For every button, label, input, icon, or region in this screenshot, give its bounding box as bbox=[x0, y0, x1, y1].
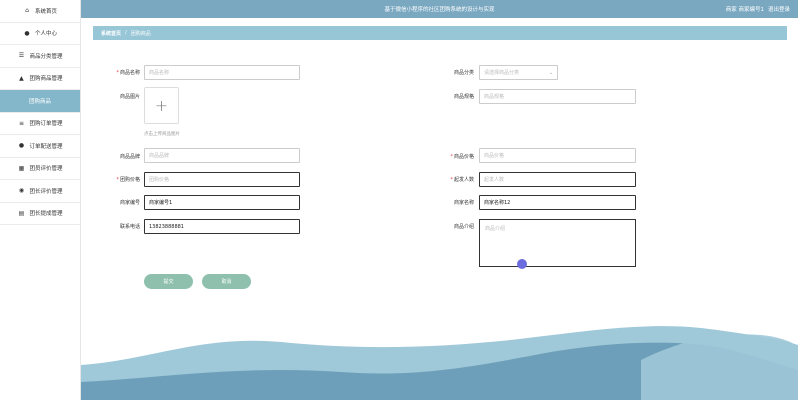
sidebar-item-orders[interactable]: ≡ 团购订单管理 bbox=[0, 113, 80, 135]
sidebar-item-home[interactable]: ⌂ 系统首页 bbox=[0, 0, 80, 23]
app-title: 基于微信小程序的社区团购系统的设计与实现 bbox=[384, 7, 495, 13]
sidebar-subitem-group-product[interactable]: 团购商品 bbox=[0, 90, 80, 113]
product-name-label: *商品名称 bbox=[116, 70, 140, 76]
location-icon: ◉ bbox=[18, 187, 25, 195]
sidebar: ⌂ 系统首页 ● 个人中心 ☰ 商品分类管理 ▲ 团购商品管理 团购商品 ≡ 团… bbox=[0, 0, 81, 400]
brand-input[interactable]: 商品品牌 bbox=[144, 148, 300, 163]
sidebar-item-delivery[interactable]: ● 订单配送管理 bbox=[0, 135, 80, 158]
min-people-input[interactable]: 起发人数 bbox=[479, 172, 636, 187]
top-bar: 基于微信小程序的社区团购系统的设计与实现 商家 商家编号1 退出登录 bbox=[81, 0, 798, 18]
sidebar-item-group-products[interactable]: ▲ 团购商品管理 bbox=[0, 68, 80, 90]
merchant-name-label: 商家名称 bbox=[453, 200, 474, 206]
sidebar-item-label: 团购订单管理 bbox=[29, 121, 63, 128]
intro-label: 商品介绍 bbox=[453, 224, 474, 230]
group-price-label: *团购价格 bbox=[116, 177, 140, 183]
sidebar-item-member-reviews[interactable]: ▦ 团员评价管理 bbox=[0, 158, 80, 180]
home-icon: ⌂ bbox=[25, 7, 29, 15]
sidebar-item-label: 团长评价管理 bbox=[29, 188, 63, 195]
merchant-name-input[interactable]: 商家名称12 bbox=[479, 195, 636, 210]
sidebar-item-label: 商品分类管理 bbox=[29, 53, 63, 60]
sidebar-item-label: 团员评价管理 bbox=[29, 166, 63, 173]
user-icon: ● bbox=[18, 142, 25, 150]
category-select[interactable]: 请选择商品分类 ⌄ bbox=[479, 65, 558, 80]
plus-icon: + bbox=[154, 95, 169, 115]
sidebar-item-label: 团长提成管理 bbox=[29, 211, 63, 218]
image-label: 商品图片 bbox=[119, 94, 140, 100]
intro-textarea[interactable]: 商品介绍 bbox=[479, 219, 636, 267]
sidebar-item-leader-reviews[interactable]: ◉ 团长评价管理 bbox=[0, 180, 80, 203]
product-name-input[interactable]: 商品名称 bbox=[144, 65, 300, 80]
user-icon: ● bbox=[24, 29, 30, 37]
breadcrumb: 系统首页 / 团购商品 bbox=[93, 26, 787, 40]
breadcrumb-home[interactable]: 系统首页 bbox=[101, 30, 121, 37]
sliders-icon: ☰ bbox=[18, 52, 25, 60]
sidebar-item-label: 订单配送管理 bbox=[29, 143, 63, 150]
sidebar-item-commission[interactable]: ▤ 团长提成管理 bbox=[0, 203, 80, 225]
min-people-label: *起发人数 bbox=[450, 177, 474, 183]
phone-label: 联系电话 bbox=[119, 224, 140, 230]
sidebar-item-label: 个人中心 bbox=[34, 31, 57, 38]
price-label: *商品价格 bbox=[450, 154, 474, 160]
breadcrumb-current: 团购商品 bbox=[130, 30, 151, 37]
sidebar-item-label: 团购商品管理 bbox=[29, 76, 63, 83]
logout-link[interactable]: 退出登录 bbox=[768, 5, 790, 13]
sidebar-item-label: 系统首页 bbox=[34, 8, 57, 15]
spec-label: 商品规格 bbox=[453, 94, 474, 100]
merchant-no-label: 商家编号 bbox=[119, 200, 140, 206]
upload-tip: 点击上传商品图片 bbox=[144, 132, 180, 137]
cancel-button[interactable]: 取消 bbox=[202, 274, 251, 289]
merchant-no-input[interactable]: 商家编号1 bbox=[144, 195, 300, 210]
category-label: 商品分类 bbox=[453, 70, 474, 76]
sidebar-item-profile[interactable]: ● 个人中心 bbox=[0, 23, 80, 45]
chevron-down-icon: ⌄ bbox=[548, 69, 553, 76]
decorative-waves bbox=[81, 326, 798, 400]
image-upload[interactable]: + bbox=[144, 87, 179, 124]
phone-input[interactable]: 13823888881 bbox=[144, 219, 300, 234]
price-input[interactable]: 商品价格 bbox=[479, 148, 636, 163]
sidebar-item-label: 团购商品 bbox=[28, 98, 51, 105]
list-icon: ≡ bbox=[18, 119, 24, 127]
database-icon: ▤ bbox=[18, 209, 25, 217]
sidebar-item-category[interactable]: ☰ 商品分类管理 bbox=[0, 45, 80, 68]
submit-button[interactable]: 提交 bbox=[144, 274, 193, 289]
cursor-indicator bbox=[517, 259, 527, 269]
spec-input[interactable]: 商品规格 bbox=[479, 89, 636, 104]
group-price-input[interactable]: 团购价格 bbox=[144, 172, 300, 187]
current-user: 商家 商家编号1 bbox=[725, 7, 764, 13]
breadcrumb-separator: / bbox=[125, 30, 127, 36]
user-tie-icon: ▲ bbox=[19, 74, 24, 82]
brand-label: 商品品牌 bbox=[119, 154, 140, 160]
grid-icon: ▦ bbox=[18, 164, 25, 172]
